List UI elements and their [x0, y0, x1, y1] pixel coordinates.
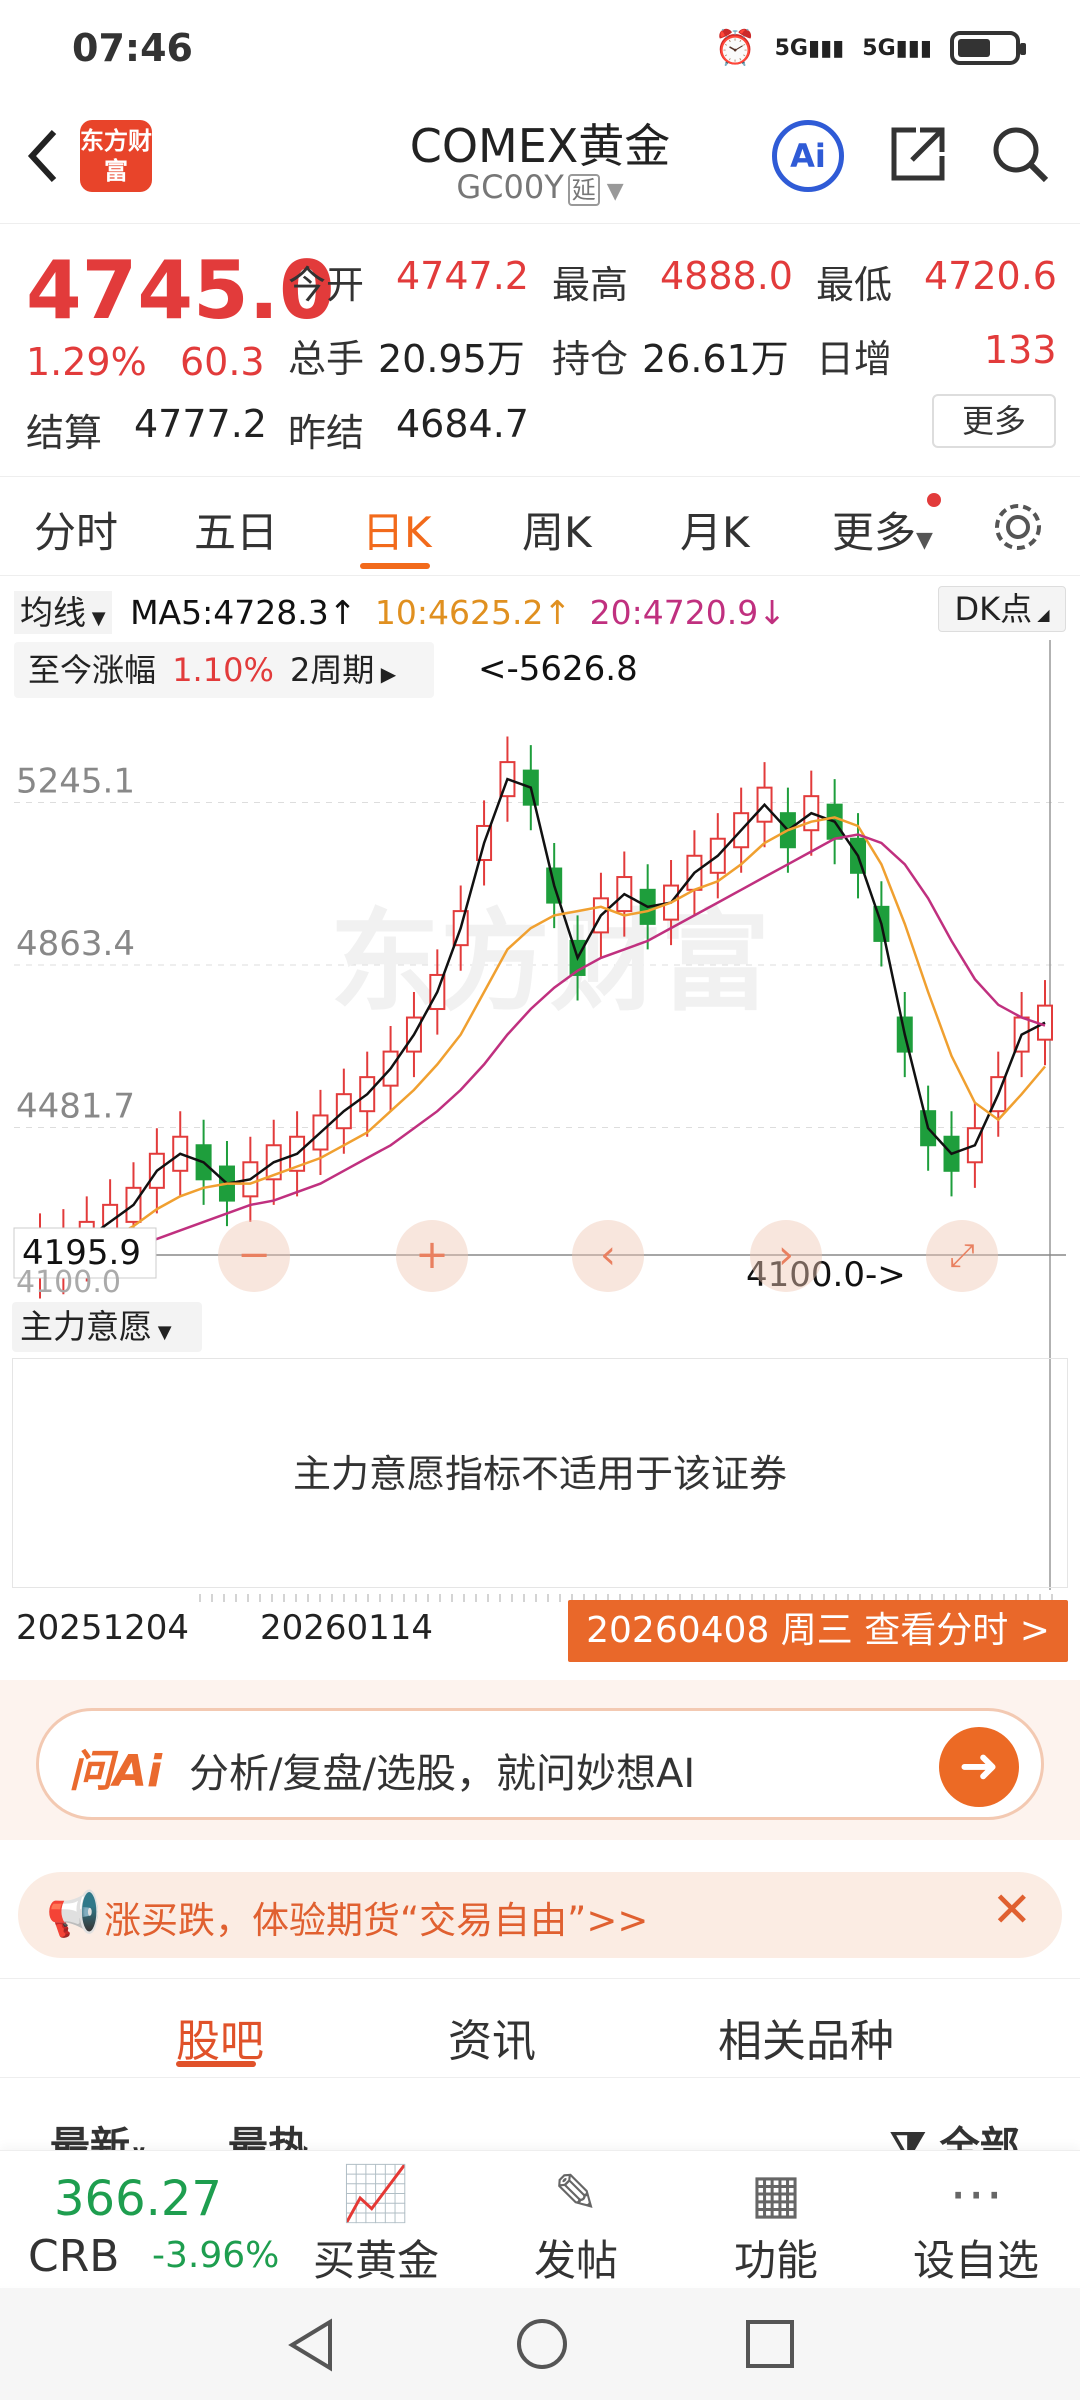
indicator-panel: 主力意愿指标不适用于该证券 [12, 1358, 1068, 1588]
sort-options: 最新∨ 最热 ⧩ 全部 [0, 2100, 1080, 2152]
low-value: 4720.6 [924, 254, 1057, 298]
ma5-label: MA5:4728.3 [130, 593, 329, 632]
ticker-change: -3.96% [152, 2235, 280, 2276]
back-triangle-icon[interactable] [286, 2318, 336, 2372]
promo-banner[interactable]: 📢 涨买跌，体验期货“交易自由”>> ✕ [18, 1872, 1062, 1958]
tab-related[interactable]: 相关品种 [718, 2005, 894, 2069]
header: 东方财富 COMEX黄金 GC00Y 延 ▼ Ai [0, 100, 1080, 224]
delay-tag: 延 [567, 174, 600, 206]
ticker-name[interactable]: CRB [28, 2231, 119, 2282]
range-change-box[interactable]: 至今涨幅 1.10% 2周期 ▶ [14, 642, 434, 698]
pan-right-button[interactable]: › [750, 1220, 822, 1292]
high-value: 4888.0 [660, 254, 793, 298]
oi-value: 26.61万 [642, 337, 789, 381]
megaphone-icon: 📢 [46, 1889, 101, 1940]
high-label: 最高 [552, 263, 629, 307]
tab-weekly-k[interactable]: 周K [522, 499, 592, 560]
dk-points-button[interactable]: DK点 ◢ [938, 586, 1066, 632]
date-axis: 20251204 20260114 20260408 周三 查看分时 > [0, 1594, 1080, 1662]
quote-panel: 4745.0 1.29% 60.3 今开 4747.2 最高 4888.0 最低… [0, 230, 1080, 460]
status-time: 07:46 [72, 26, 193, 70]
change-value: 60.3 [180, 340, 265, 384]
tab-intraday[interactable]: 分时 [34, 499, 118, 560]
fullscreen-icon[interactable]: ⤢ [926, 1220, 998, 1292]
volume-value: 20.95万 [378, 337, 525, 381]
close-icon[interactable]: ✕ [992, 1882, 1032, 1938]
signal-icon: 5G▮▮▮ [774, 35, 845, 61]
signal-icon-2: 5G▮▮▮ [862, 35, 932, 61]
change-pct: 1.29% [26, 340, 147, 384]
tab-more[interactable]: 更多▼ [832, 493, 941, 560]
settings-gear-icon[interactable] [990, 499, 1046, 555]
promo-text: 涨买跌，体验期货“交易自由”>> [104, 1899, 649, 1942]
status-icons: ⏰ 5G▮▮▮ 5G▮▮▮ [714, 28, 1026, 68]
add-watchlist-button[interactable]: ⋯ 设自选 [906, 2161, 1046, 2288]
chart-icon: 📈 [342, 2162, 410, 2225]
date-mid: 20260114 [260, 1608, 434, 1648]
arrow-right-icon[interactable]: ➜ [939, 1727, 1019, 1807]
sort-latest[interactable]: 最新∨ [50, 2114, 148, 2152]
dropdown-icon: ▼ [599, 179, 624, 204]
filter-all[interactable]: ⧩ 全部 [890, 2114, 1020, 2152]
recents-square-icon[interactable] [744, 2318, 796, 2370]
period-tabs: 分时 五日 日K 周K 月K 更多▼ [0, 476, 1080, 576]
ticker-price[interactable]: 366.27 [54, 2171, 222, 2227]
daily-inc-label: 日增 [816, 337, 893, 381]
prev-settle-value: 4684.7 [396, 402, 529, 446]
indicator-selector[interactable]: 主力意愿 ▼ [12, 1302, 202, 1352]
share-icon[interactable] [886, 122, 950, 186]
open-label: 今开 [288, 263, 365, 307]
low-label: 最低 [816, 263, 893, 307]
tab-daily-k[interactable]: 日K [362, 499, 432, 560]
more-dots-icon: ⋯ [949, 2162, 1003, 2225]
alarm-icon: ⏰ [714, 28, 757, 68]
status-bar: 07:46 ⏰ 5G▮▮▮ 5G▮▮▮ [0, 0, 1080, 100]
edit-icon: ✎ [553, 2162, 599, 2225]
functions-button[interactable]: ▦ 功能 [706, 2161, 846, 2288]
post-button[interactable]: ✎ 发帖 [506, 2161, 646, 2288]
tab-monthly-k[interactable]: 月K [680, 499, 750, 560]
ai-search-placeholder: 分析/复盘/选股，就问妙想AI [189, 1751, 696, 1797]
pan-left-button[interactable]: ‹ [572, 1220, 644, 1292]
zoom-out-button[interactable]: − [218, 1220, 290, 1292]
open-value: 4747.2 [396, 254, 529, 298]
content-tabs: 股吧 资讯 相关品种 [0, 1978, 1080, 2078]
prev-settle-label: 昨结 [288, 411, 365, 455]
date-start: 20251204 [16, 1608, 190, 1648]
ai-brand: 问Ai [69, 1746, 163, 1797]
bottom-toolbar: 366.27 CRB -3.96% 📈 买黄金 ✎ 发帖 ▦ 功能 ⋯ 设自选 [0, 2150, 1080, 2286]
ma20-label: 20:4720.9 [589, 593, 759, 632]
view-intraday-button[interactable]: 20260408 周三 查看分时 > [568, 1600, 1068, 1662]
settle-label: 结算 [26, 411, 103, 455]
buy-gold-button[interactable]: 📈 买黄金 [306, 2161, 446, 2288]
system-nav-bar [0, 2288, 1080, 2400]
ma-legend: 均线 ▼ MA5:4728.3↑ 10:4625.2↑ 20:4720.9↓ [14, 586, 786, 634]
sort-hot[interactable]: 最热 [228, 2114, 308, 2152]
ma-selector[interactable]: 均线 ▼ [14, 591, 112, 634]
daily-inc-value: 133 [984, 328, 1057, 372]
volume-label: 总手 [288, 337, 365, 381]
search-icon[interactable] [988, 122, 1052, 186]
oi-label: 持仓 [552, 337, 629, 381]
active-tab-underline [360, 563, 430, 569]
ai-search-box[interactable]: 问Ai 分析/复盘/选股，就问妙想AI ➜ [36, 1708, 1044, 1820]
content-tab-underline [176, 2061, 256, 2067]
settle-value: 4777.2 [134, 402, 267, 446]
filter-icon: ⧩ [890, 2124, 926, 2152]
home-circle-icon[interactable] [514, 2316, 570, 2372]
ai-section: 问Ai 分析/复盘/选股，就问妙想AI ➜ [0, 1680, 1080, 1840]
more-button[interactable]: 更多 [932, 394, 1056, 448]
ai-button[interactable]: Ai [772, 120, 844, 192]
battery-icon [950, 31, 1026, 65]
tab-guba[interactable]: 股吧 [176, 2005, 264, 2069]
zoom-in-button[interactable]: + [396, 1220, 468, 1292]
tab-five-day[interactable]: 五日 [194, 499, 278, 560]
tab-news[interactable]: 资讯 [448, 2005, 536, 2069]
grid-icon: ▦ [750, 2162, 802, 2225]
ma10-label: 10:4625.2 [374, 593, 544, 632]
